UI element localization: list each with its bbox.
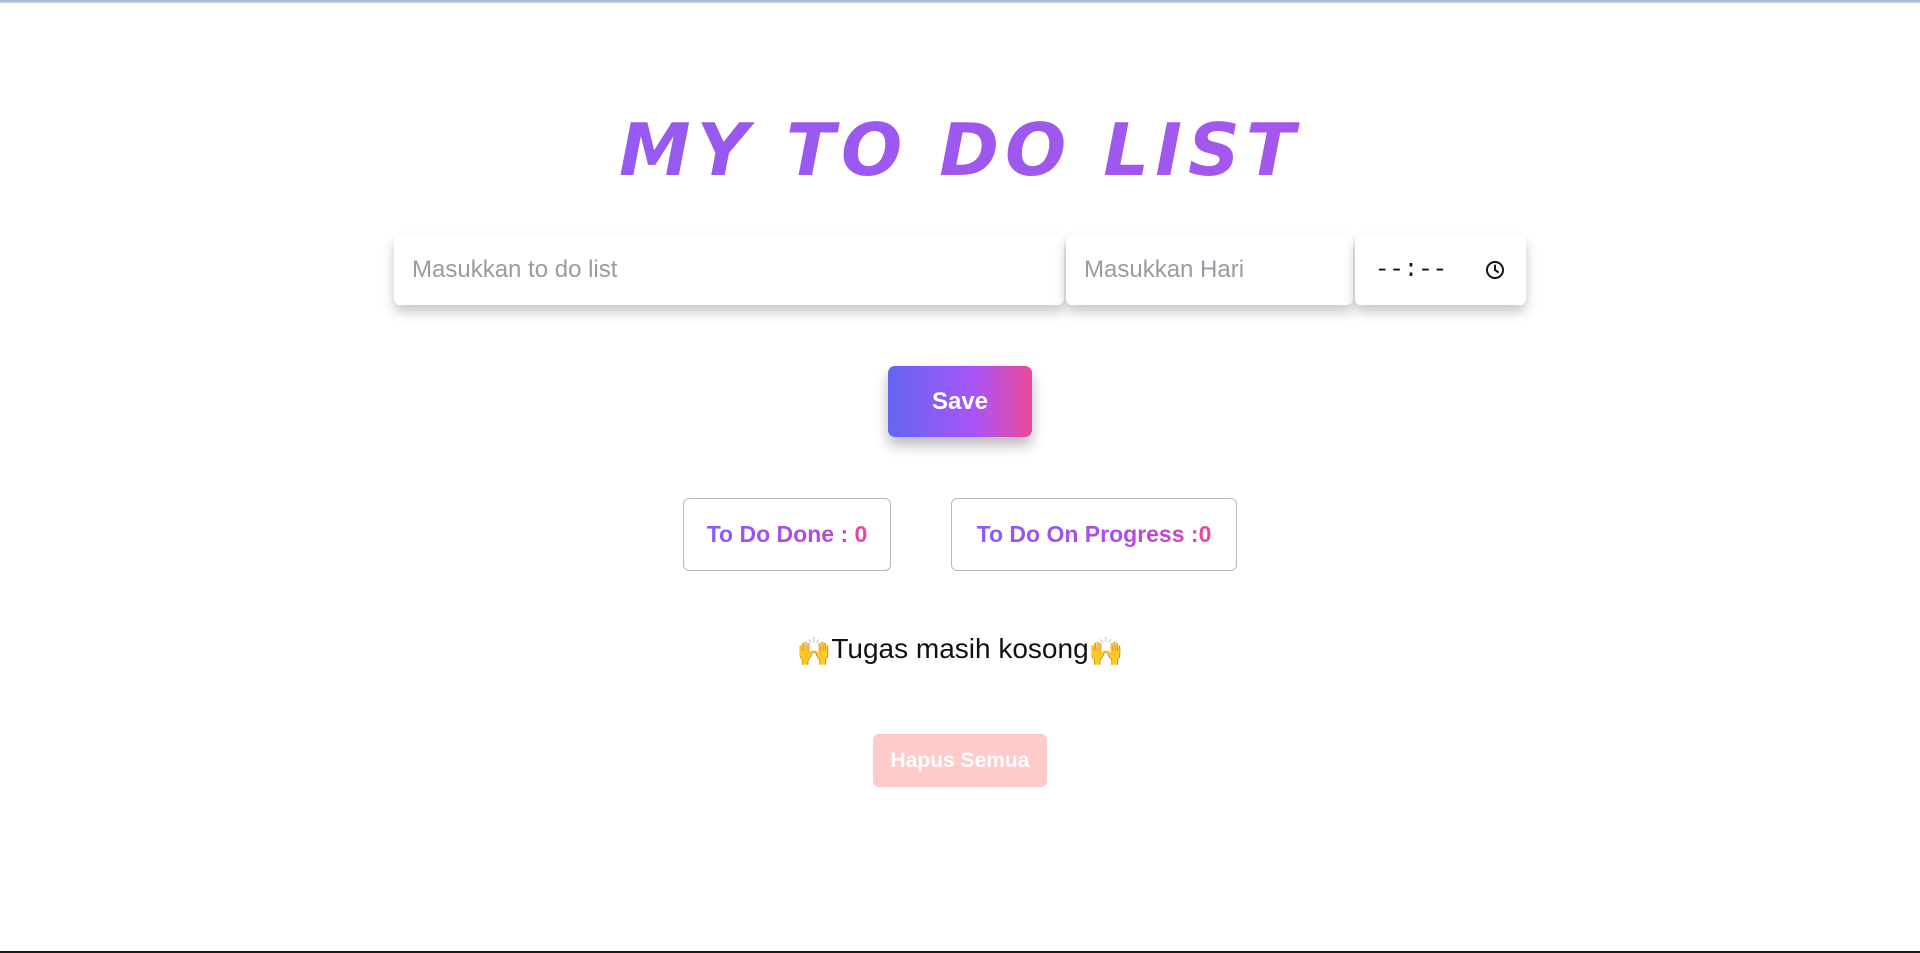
window-top-edge [0,0,1920,3]
page-title: MY TO DO LIST [0,108,1920,192]
todo-progress-counter: To Do On Progress :0 [951,498,1237,571]
save-button[interactable]: Save [888,366,1032,437]
todo-progress-label: To Do On Progress :0 [976,521,1212,547]
todo-done-label: To Do Done : 0 [706,521,868,547]
day-input[interactable] [1066,235,1353,305]
todo-done-counter: To Do Done : 0 [683,498,891,571]
clock-icon[interactable] [1484,259,1506,281]
raising-hands-icon: 🙌 [796,636,832,667]
time-input-value: --:-- [1375,256,1448,284]
empty-list-text: Tugas masih kosong [831,633,1089,664]
empty-list-message: 🙌Tugas masih kosong🙌 [0,633,1920,668]
time-input[interactable]: --:-- [1355,235,1526,305]
todo-input[interactable] [394,235,1064,305]
raising-hands-icon: 🙌 [1088,636,1124,667]
clear-all-button[interactable]: Hapus Semua [873,734,1047,787]
